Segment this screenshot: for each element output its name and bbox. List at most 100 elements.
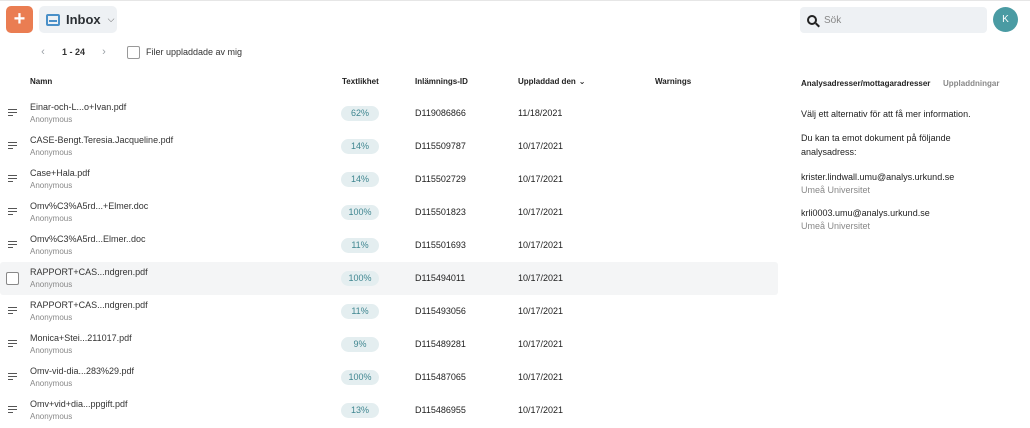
row-select-checkbox[interactable] [6,272,19,285]
document-icon [8,307,17,316]
submission-id: D115493056 [415,306,466,316]
panel-hint: Välj ett alternativ för att få mer infor… [801,109,971,119]
file-name[interactable]: RAPPORT+CAS...ndgren.pdf [30,300,148,310]
file-owner: Anonymous [30,313,73,322]
submission-id: D115502729 [415,174,466,184]
similarity-badge[interactable]: 9% [341,337,379,352]
file-owner: Anonymous [30,412,73,421]
file-name[interactable]: Case+Hala.pdf [30,168,90,178]
table-row[interactable]: Omv%C3%A5rd...+Elmer.doc Anonymous 100% … [0,196,778,229]
document-icon [8,406,17,415]
file-owner: Anonymous [30,181,73,190]
table-row[interactable]: RAPPORT+CAS...ndgren.pdf Anonymous 11% D… [0,295,778,328]
table-row[interactable]: Omv%C3%A5rd...Elmer..doc Anonymous 11% D… [0,229,778,262]
tab-uploads[interactable]: Uppladdningar [943,79,999,88]
similarity-badge[interactable]: 100% [341,205,379,220]
inbox-icon [46,13,60,26]
similarity-badge[interactable]: 14% [341,172,379,187]
chevron-down-icon: ⌵ [107,14,115,24]
submission-id: D115487065 [415,372,466,382]
upload-date: 10/17/2021 [518,306,564,316]
search-input[interactable] [824,14,974,26]
similarity-badge[interactable]: 62% [341,106,379,121]
analysis-address-org: Umeå Universitet [801,185,871,195]
column-header-name[interactable]: Namn [30,77,52,86]
analysis-address-email: krli0003.umu@analys.urkund.se [801,208,930,218]
table-row[interactable]: Omv+vid+dia...ppgift.pdf Anonymous 13% D… [0,394,778,427]
analysis-address-email: krister.lindwall.umu@analys.urkund.se [801,172,955,182]
similarity-badge[interactable]: 100% [341,271,379,286]
similarity-badge[interactable]: 11% [341,238,379,253]
document-icon [8,241,17,250]
column-header-similarity[interactable]: Textlikhet [342,77,379,86]
upload-date: 10/17/2021 [518,372,564,382]
file-owner: Anonymous [30,247,73,256]
file-owner: Anonymous [30,115,73,124]
inbox-dropdown[interactable]: Inbox ⌵ [39,6,117,33]
column-header-submission-id[interactable]: Inlämnings-ID [415,77,468,86]
upload-date: 10/17/2021 [518,273,564,283]
table-row[interactable]: Case+Hala.pdf Anonymous 14% D115502729 1… [0,163,778,196]
user-avatar[interactable]: K [993,7,1018,32]
pagination: ‹ 1 - 24 › [36,44,111,60]
submission-id: D115501823 [415,207,466,217]
file-name[interactable]: CASE-Bengt.Teresia.Jacqueline.pdf [30,135,173,145]
sort-chevron-down-icon: ⌄ [578,77,586,86]
similarity-badge[interactable]: 100% [341,370,379,385]
similarity-badge[interactable]: 14% [341,139,379,154]
table-row[interactable]: Omv-vid-dia...283%29.pdf Anonymous 100% … [0,361,778,394]
similarity-badge[interactable]: 11% [341,304,379,319]
file-name[interactable]: RAPPORT+CAS...ndgren.pdf [30,267,148,277]
upload-date: 11/18/2021 [518,108,563,118]
submission-id: D115501693 [415,240,466,250]
table-row[interactable]: RAPPORT+CAS...ndgren.pdf Anonymous 100% … [0,262,778,295]
page-range: 1 - 24 [62,47,86,57]
my-uploads-filter[interactable]: Filer uppladdade av mig [127,44,242,60]
file-name[interactable]: Omv%C3%A5rd...+Elmer.doc [30,201,148,211]
file-owner: Anonymous [30,346,73,355]
file-name[interactable]: Omv%C3%A5rd...Elmer..doc [30,234,146,244]
submission-id: D115494011 [415,273,466,283]
upload-date: 10/17/2021 [518,141,564,151]
submission-id: D115486955 [415,405,466,415]
file-name[interactable]: Monica+Stei...211017.pdf [30,333,132,343]
search-icon [807,15,817,25]
upload-date: 10/17/2021 [518,339,564,349]
top-divider [0,0,1030,1]
analysis-address-org: Umeå Universitet [801,221,871,231]
submission-id: D115509787 [415,141,466,151]
document-icon [8,340,17,349]
table-row[interactable]: CASE-Bengt.Teresia.Jacqueline.pdf Anonym… [0,130,778,163]
similarity-badge[interactable]: 13% [341,403,379,418]
file-owner: Anonymous [30,280,73,289]
submission-id: D119086866 [415,108,466,118]
table-row[interactable]: Monica+Stei...211017.pdf Anonymous 9% D1… [0,328,778,361]
column-header-warnings[interactable]: Warnings [655,77,691,86]
upload-date: 10/17/2021 [518,405,564,415]
file-name[interactable]: Omv-vid-dia...283%29.pdf [30,366,134,376]
tab-analysis-addresses[interactable]: Analysadresser/mottagaradresser [801,79,930,88]
document-icon [8,208,17,217]
column-header-uploaded[interactable]: Uppladdad den ⌄ [518,77,585,86]
document-icon [8,142,17,151]
table-row[interactable]: Einar-och-L...o+Ivan.pdf Anonymous 62% D… [0,97,778,130]
my-uploads-checkbox[interactable] [127,45,140,59]
search-box[interactable] [800,7,987,33]
column-header-uploaded-label: Uppladdad den [518,77,576,86]
submission-id: D115489281 [415,339,466,349]
prev-page-button[interactable]: ‹ [36,46,50,58]
next-page-button[interactable]: › [97,46,111,58]
document-icon [8,373,17,382]
file-owner: Anonymous [30,379,73,388]
upload-date: 10/17/2021 [518,174,564,184]
file-owner: Anonymous [30,148,73,157]
document-icon [8,109,17,118]
my-uploads-label: Filer uppladdade av mig [146,47,243,57]
document-icon [8,175,17,184]
file-name[interactable]: Einar-och-L...o+Ivan.pdf [30,102,126,112]
file-name[interactable]: Omv+vid+dia...ppgift.pdf [30,399,128,409]
upload-date: 10/17/2021 [518,207,564,217]
upload-date: 10/17/2021 [518,240,564,250]
file-owner: Anonymous [30,214,73,223]
add-button[interactable]: + [6,6,33,33]
